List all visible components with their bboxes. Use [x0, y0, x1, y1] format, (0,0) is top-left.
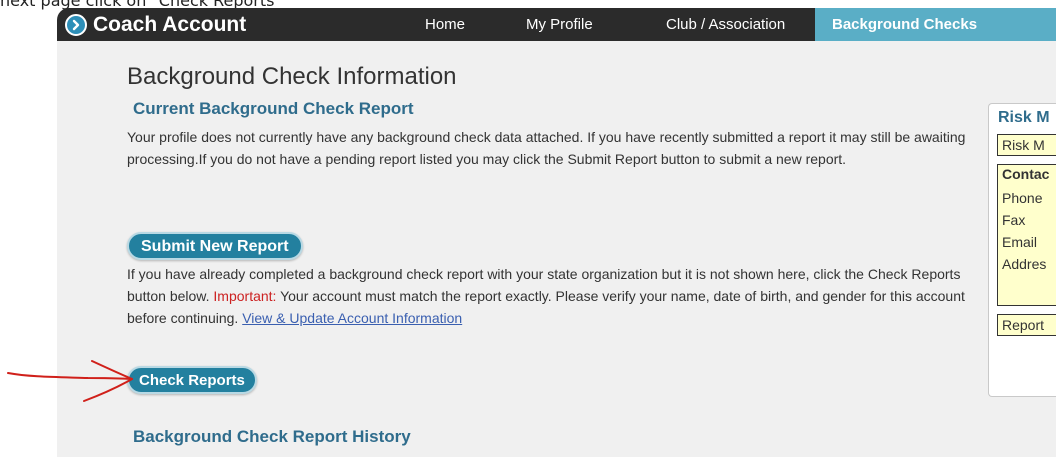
risk-contact-label: Contac — [1002, 166, 1050, 182]
risk-contact-box: Contac Phone Fax Email Addres — [997, 164, 1056, 306]
check-reports-description: If you have already completed a backgrou… — [127, 263, 987, 329]
risk-panel-header-box: Risk M — [997, 134, 1056, 156]
annotation-arrow — [7, 360, 133, 402]
important-label: Important: — [213, 288, 277, 304]
submit-new-report-button[interactable]: Submit New Report — [127, 232, 303, 260]
risk-address-label: Addres — [1002, 256, 1047, 272]
top-navbar: Coach Account Home My Profile Club / Ass… — [57, 8, 1056, 41]
nav-home[interactable]: Home — [425, 8, 465, 41]
risk-phone-label: Phone — [1002, 190, 1043, 206]
check-reports-button[interactable]: Check Reports — [127, 366, 257, 394]
page-title: Background Check Information — [127, 63, 457, 90]
view-update-account-link[interactable]: View & Update Account Information — [242, 310, 462, 326]
main-content: Background Check Information Current Bac… — [57, 41, 1056, 457]
current-report-heading: Current Background Check Report — [133, 99, 414, 118]
current-report-description: Your profile does not currently have any… — [127, 129, 966, 167]
risk-fax-label: Fax — [1002, 212, 1026, 228]
risk-management-panel: Risk M Risk M Contac Phone Fax Email Add… — [988, 103, 1056, 397]
nav-background-checks[interactable]: Background Checks — [815, 8, 1056, 41]
report-history-heading: Background Check Report History — [133, 427, 411, 446]
risk-panel-title: Risk M — [998, 109, 1050, 126]
risk-report-box[interactable]: Report — [997, 314, 1056, 336]
app-title: Coach Account — [93, 12, 247, 36]
chevron-right-circle-icon — [65, 13, 87, 36]
risk-email-label: Email — [1002, 234, 1038, 250]
brand[interactable]: Coach Account — [57, 8, 246, 41]
nav-club-association[interactable]: Club / Association — [666, 8, 785, 41]
nav-my-profile[interactable]: My Profile — [526, 8, 593, 41]
